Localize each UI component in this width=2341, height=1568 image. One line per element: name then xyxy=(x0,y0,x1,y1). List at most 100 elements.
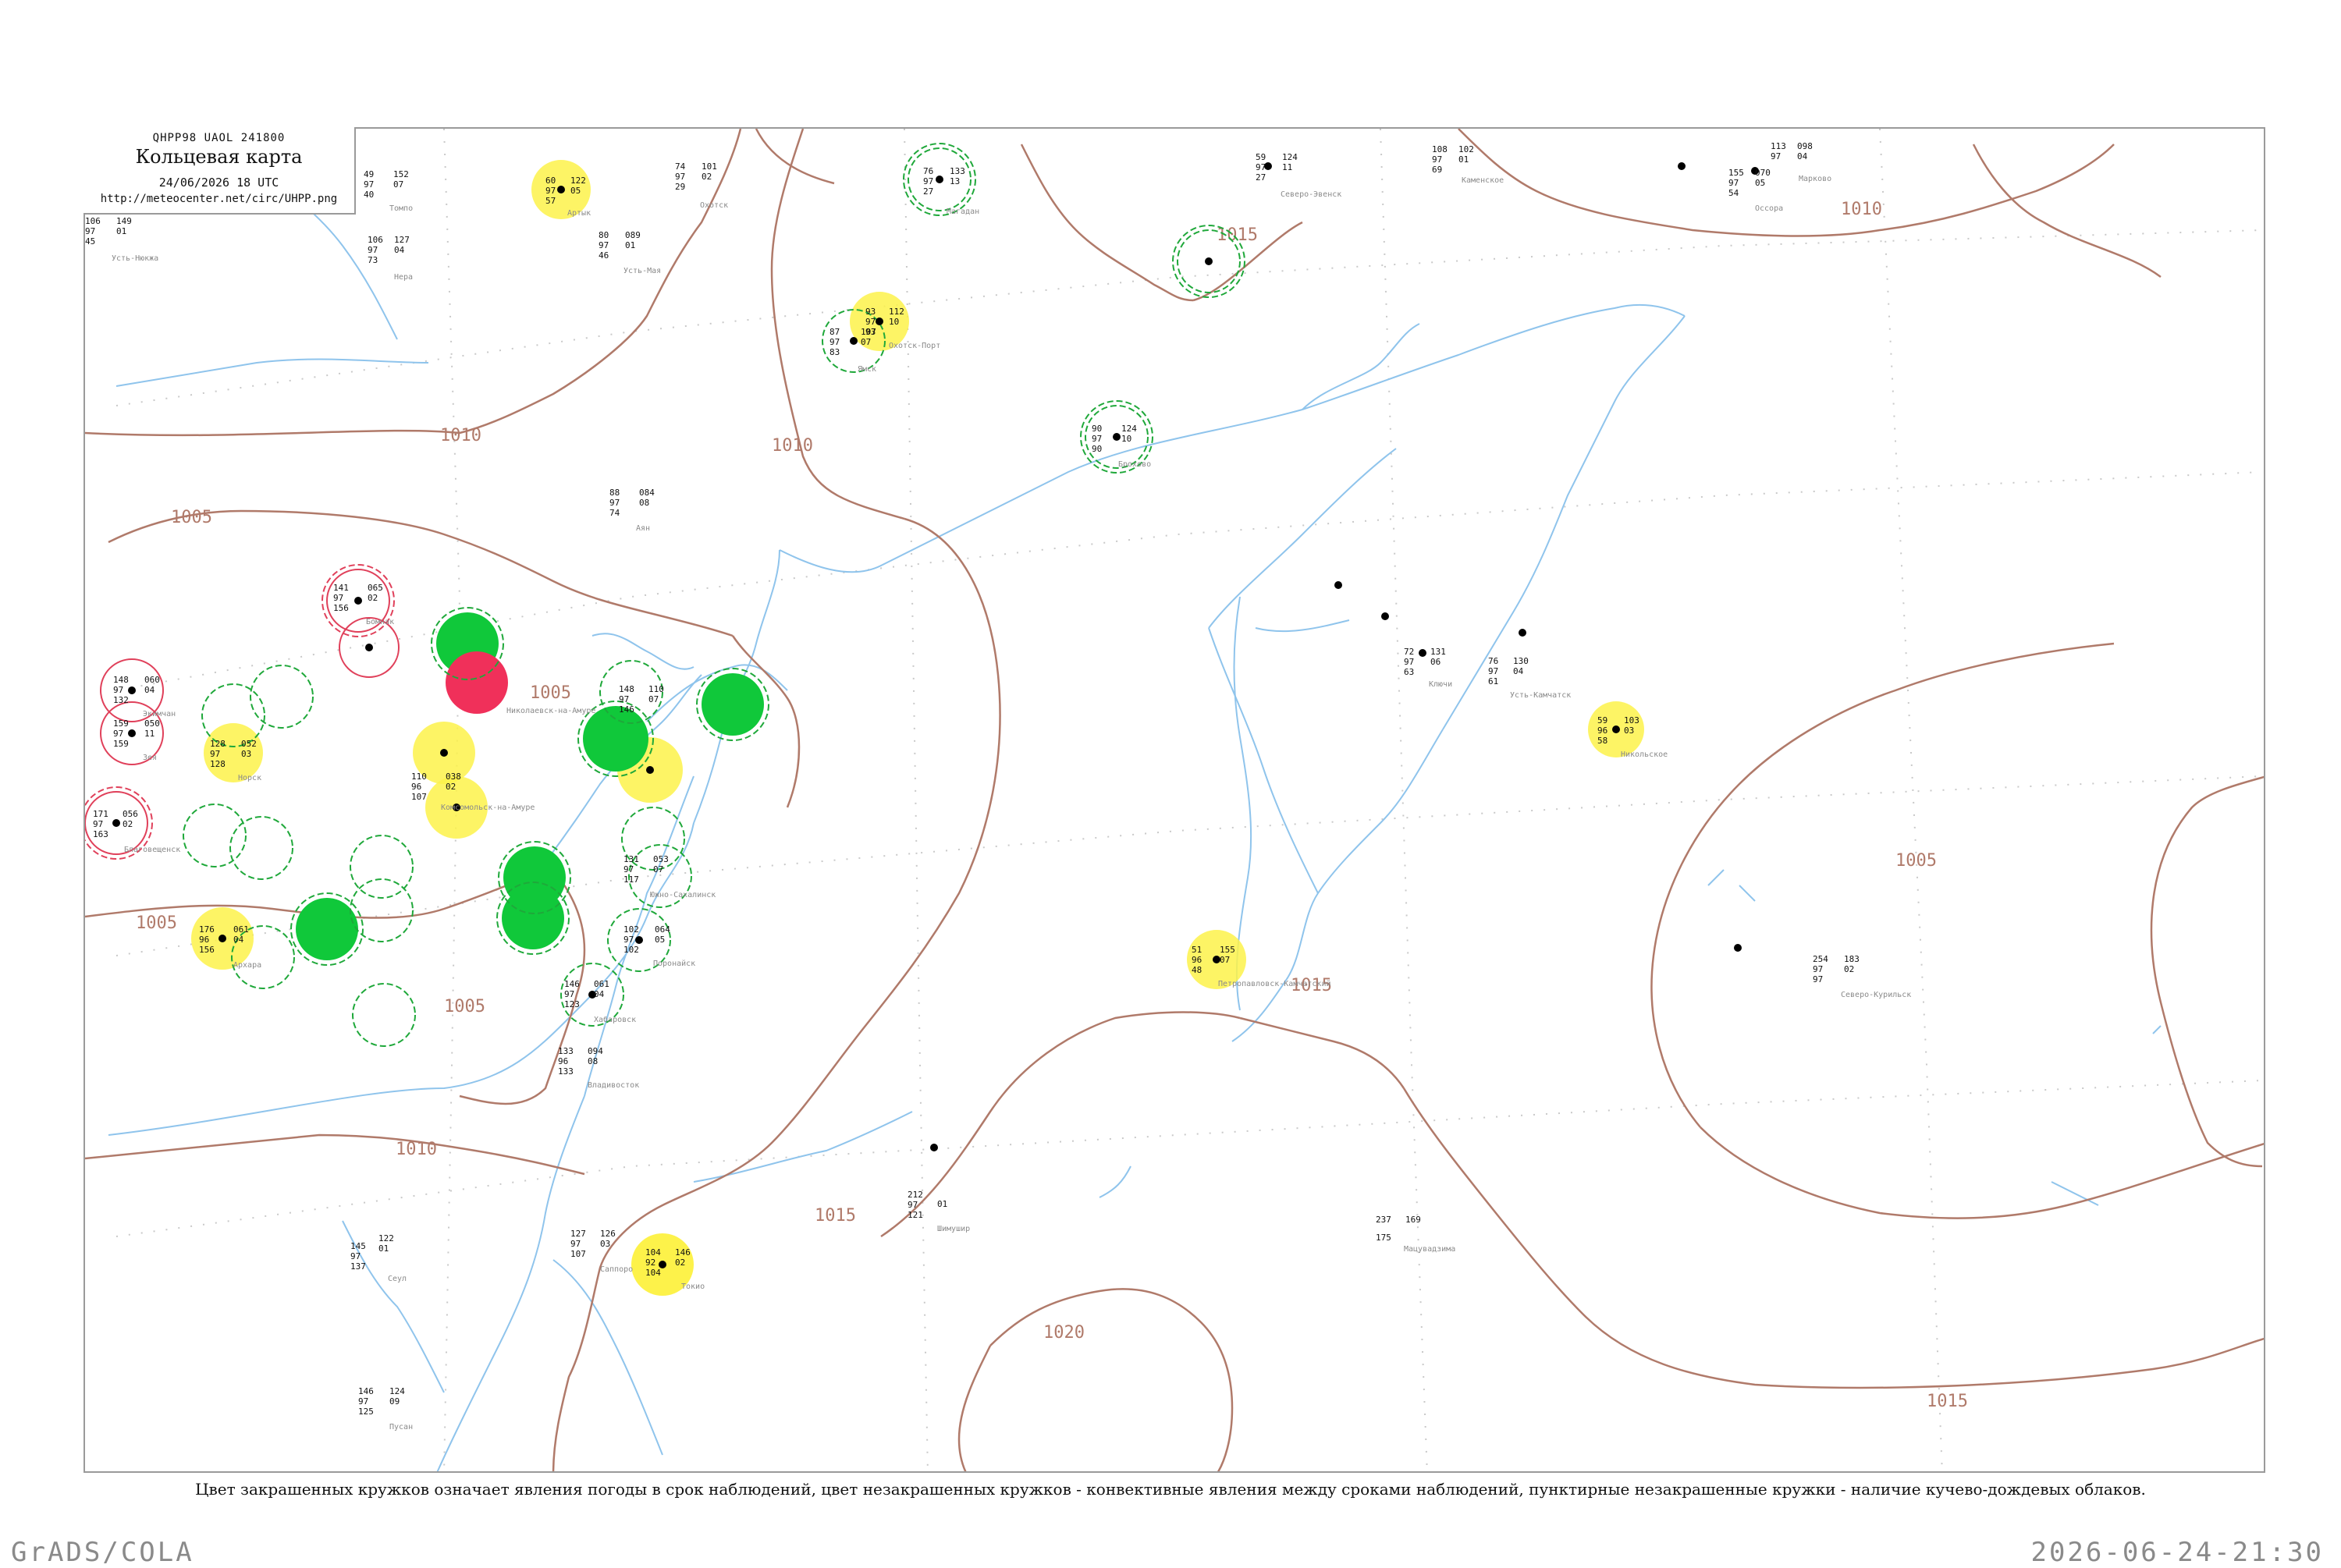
station-value: 107 xyxy=(411,792,427,802)
station-value: 106 xyxy=(85,216,101,226)
station-value-group: 152 07 xyxy=(393,169,409,190)
station-ayan: 88 97 74 xyxy=(609,488,620,518)
station-name: Охотск-Порт xyxy=(889,342,941,350)
station-value: 96 xyxy=(1597,725,1608,736)
station-value: 212 xyxy=(908,1190,923,1200)
station-petropavlovsk: 51 96 48 xyxy=(1192,945,1202,975)
station-value: 40 xyxy=(364,190,375,200)
station-value: 09 xyxy=(389,1396,400,1407)
station-value: 02 xyxy=(123,819,133,829)
station-value: 126 xyxy=(600,1229,616,1239)
station-name: Николаевск-на-Амуре xyxy=(506,707,596,715)
station-value-group: 01 xyxy=(937,1199,947,1209)
station-value: 102 xyxy=(1458,144,1474,154)
station-ekimchan: 148 97 132 xyxy=(113,675,129,705)
station-value-group: 124 09 xyxy=(389,1386,405,1407)
station-value: 01 xyxy=(378,1243,389,1254)
station-value-group: 124 10 xyxy=(1121,424,1137,444)
station-value: 038 xyxy=(446,772,461,782)
station-value: 54 xyxy=(1728,188,1739,198)
station-name: Пусан xyxy=(389,1423,414,1431)
station-name: Охотск xyxy=(700,201,729,210)
station-name: Норск xyxy=(238,774,262,782)
station-value: 131 xyxy=(623,854,639,864)
station-value: 112 xyxy=(889,307,904,317)
station-bomnak: 141 97 156 xyxy=(333,583,349,613)
station-markovo: 113 97 xyxy=(1771,141,1786,161)
station-okhotsk: 74 97 29 xyxy=(675,161,685,192)
station-value: 163 xyxy=(93,829,108,839)
station-value-group: 065 02 xyxy=(368,583,383,603)
station-value: 97 xyxy=(545,186,556,196)
station-ust-kamchatsk: 76 97 61 xyxy=(1488,656,1498,686)
station-value: 122 xyxy=(570,176,586,186)
station-value: 107 xyxy=(861,327,876,337)
station-value: 58 xyxy=(1597,736,1608,746)
station-value: 02 xyxy=(446,782,456,792)
station-name: Брохово xyxy=(1118,460,1152,469)
station-value-group: 064 05 xyxy=(655,924,670,945)
station-value-group: 149 01 xyxy=(116,216,132,236)
station-value: 97 xyxy=(350,1251,361,1261)
station-value: 11 xyxy=(144,729,155,739)
station-value: 084 xyxy=(639,488,655,498)
station-value: 123 xyxy=(564,999,580,1009)
station-value: 124 xyxy=(1121,424,1137,434)
station-value: 74 xyxy=(609,508,620,518)
station-nikolskoe: 59 96 58 xyxy=(1597,715,1607,746)
station-value-group: 094 08 xyxy=(588,1046,603,1066)
station-artyk: 60 97 57 xyxy=(545,176,556,206)
station-value: 07 xyxy=(1220,955,1231,965)
station-value: 29 xyxy=(675,182,686,192)
station-value: 97 xyxy=(623,935,634,945)
station-value: 97 xyxy=(564,989,575,999)
station-khabarovsk: 146 97 123 xyxy=(564,979,580,1009)
bulletin-code: QHPP98 UAOL 241800 xyxy=(152,132,286,144)
station-value: 97 xyxy=(1728,178,1739,188)
station-value: 155 xyxy=(1220,945,1235,955)
station-value: 061 xyxy=(233,924,249,935)
weather-map: 1010 1015 1010 1005 1005 1005 1010 1005 … xyxy=(83,127,2265,1473)
station-value: 06 xyxy=(1430,657,1441,667)
station-value: 02 xyxy=(1844,964,1855,974)
station-value: 97 xyxy=(358,1396,369,1407)
map-title: Кольцевая карта xyxy=(135,146,303,168)
station-brokhovo: 90 97 90 xyxy=(1092,424,1102,454)
station-value-group: 053 07 xyxy=(653,854,669,874)
station-value: 131 xyxy=(1430,647,1446,657)
station-nikolaevsk-na-amure: 148 97 146 xyxy=(619,684,634,715)
station-value: 148 xyxy=(619,684,634,694)
station-value-group: 131 06 xyxy=(1430,647,1446,667)
station-value: 97 xyxy=(570,1239,581,1249)
station-name: Никольское xyxy=(1621,750,1668,759)
station-value: 97 xyxy=(113,729,124,739)
station-poronaysk: 102 97 102 xyxy=(623,924,639,955)
station-yamsk: 87 97 83 xyxy=(829,327,840,357)
station-value-group: 061 04 xyxy=(594,979,609,999)
station-klyuchi: 72 97 63 xyxy=(1404,647,1414,677)
station-value: 183 xyxy=(1844,954,1860,964)
map-url[interactable]: http://meteocenter.net/circ/UHPP.png xyxy=(83,193,354,205)
station-ust-maya: 80 97 46 xyxy=(599,230,609,261)
station-magadan: 76 97 27 xyxy=(923,166,933,197)
station-value: 96 xyxy=(558,1056,569,1066)
station-value: 156 xyxy=(199,945,215,955)
station-value: 13 xyxy=(950,176,961,186)
station-value-group: 102 01 xyxy=(1458,144,1474,165)
station-value: 93 xyxy=(865,307,876,317)
station-value: 92 xyxy=(645,1258,656,1268)
station-value-group: 169 xyxy=(1405,1215,1421,1225)
station-value: 141 xyxy=(333,583,349,593)
station-value: 01 xyxy=(116,226,127,236)
footer-credit: GrADS/COLA xyxy=(11,1537,194,1568)
station-value: 052 xyxy=(241,739,257,749)
station-name: Аян xyxy=(636,524,651,533)
station-value: 83 xyxy=(829,347,840,357)
station-value: 121 xyxy=(908,1210,923,1220)
station-value-group: 061 04 xyxy=(233,924,249,945)
station-value: 97 xyxy=(1256,162,1266,172)
station-value: 80 xyxy=(599,230,609,240)
station-value: 133 xyxy=(558,1046,574,1056)
station-value-group: 089 01 xyxy=(625,230,641,250)
station-value: 97 xyxy=(865,317,876,327)
